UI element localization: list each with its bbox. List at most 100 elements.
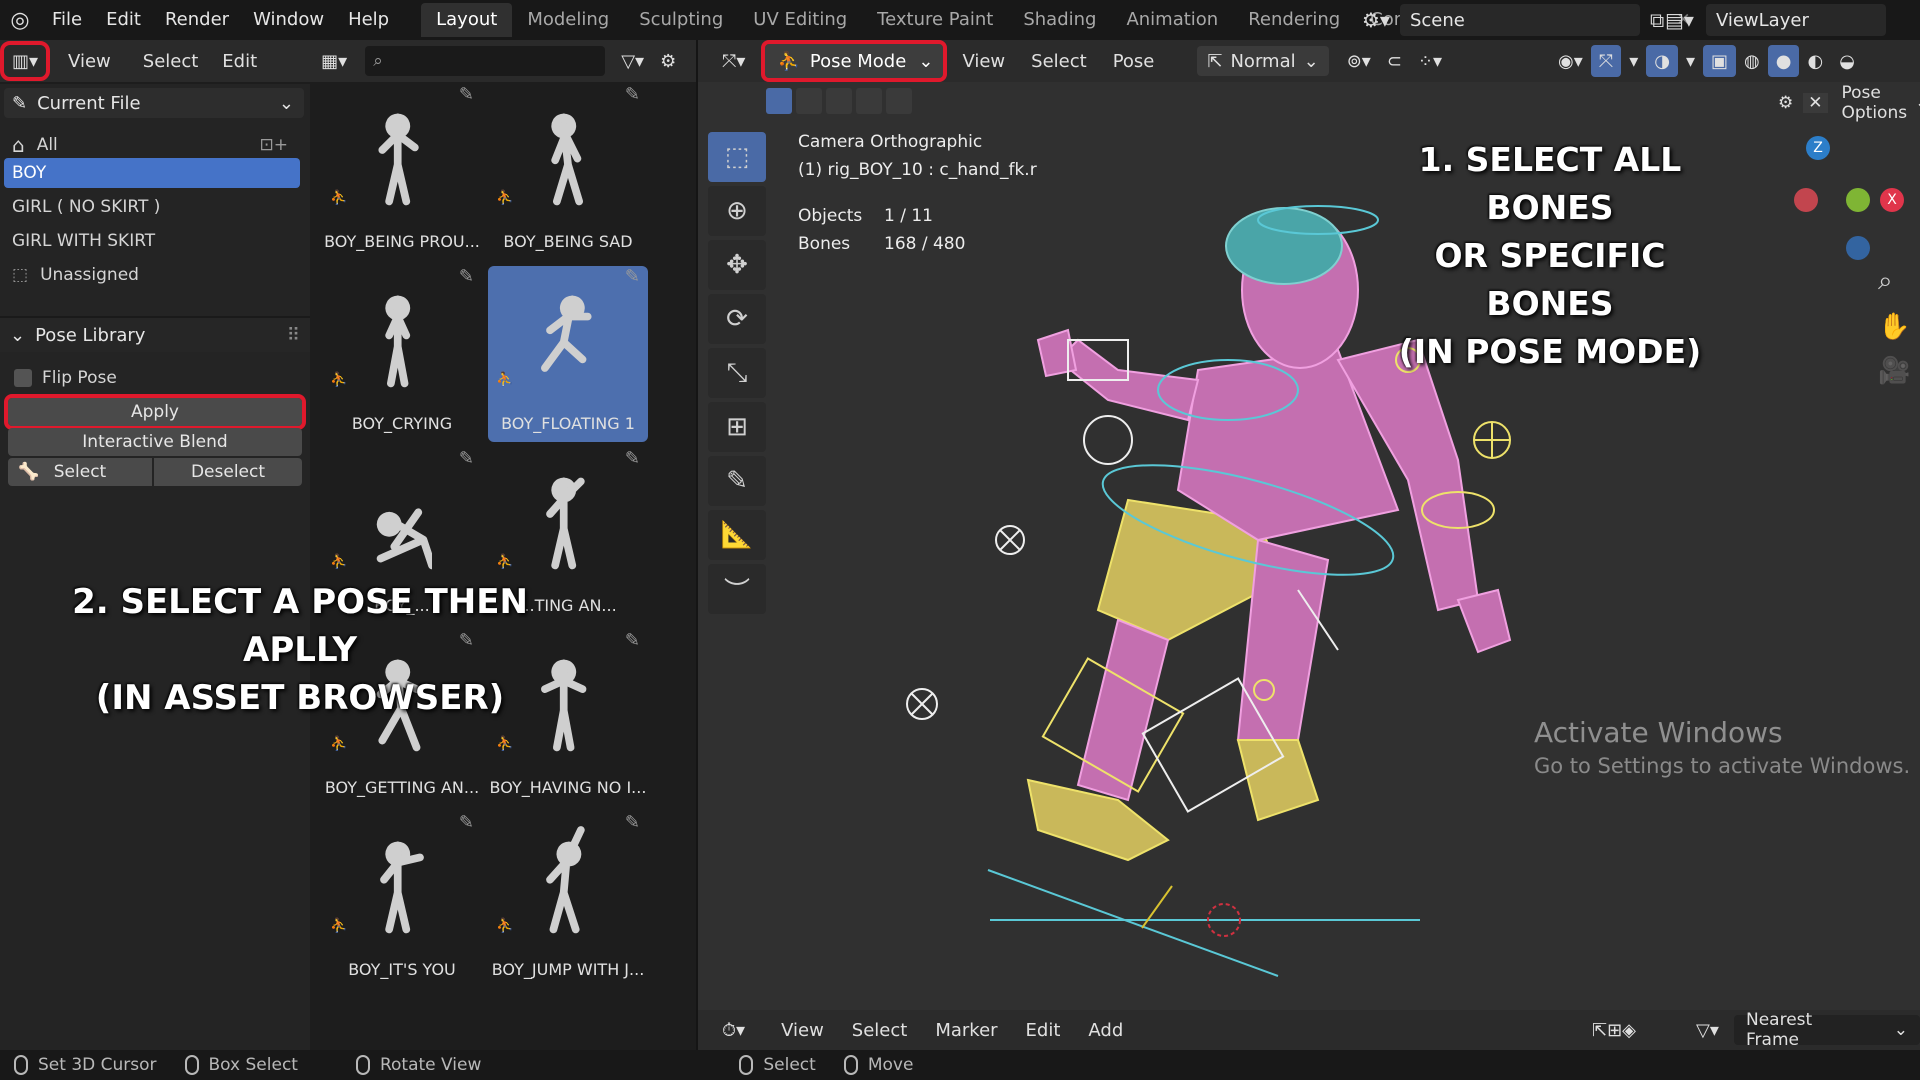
view-layer-field[interactable]: ViewLayer [1705,4,1886,36]
copy-scene-icon[interactable]: ⧉ [1650,8,1664,32]
menu-render[interactable]: Render [153,0,241,40]
checkbox-box[interactable] [14,369,32,387]
interactive-blend-button[interactable]: Interactive Blend [8,428,302,456]
workspace-tabs: Layout Modeling Sculpting UV Editing Tex… [421,0,1449,40]
status-label: Set 3D Cursor [38,1055,157,1075]
gizmo-y-axis[interactable] [1846,188,1870,212]
filter-icon[interactable]: ▽▾ [613,45,652,77]
status-rotate-view: Rotate View [342,1055,495,1075]
editor-type-button[interactable]: ▥▾ [0,41,51,81]
display-mode-icon[interactable]: ▦▾ [313,45,355,77]
category-boy[interactable]: BOY [4,158,300,188]
status-label: Box Select [208,1055,298,1075]
tab-modeling[interactable]: Modeling [512,3,624,37]
new-catalog-icon[interactable]: ⊡+ [260,135,289,155]
camera-view-icon[interactable]: 🎥 [1878,356,1910,386]
asset-tile[interactable]: ✎ ⛹ BOY_BEING SAD [488,84,648,260]
edit-asset-icon[interactable]: ✎ [459,84,474,105]
menu-edit[interactable]: Edit [94,0,153,40]
tl-menu-marker[interactable]: Marker [921,1020,1011,1041]
deselect-bones-button[interactable]: Deselect [154,458,302,486]
tl-menu-add[interactable]: Add [1074,1020,1137,1041]
tab-rendering[interactable]: Rendering [1233,3,1355,37]
gizmo-neg-x-axis[interactable] [1794,188,1818,212]
annotation-line: OR SPECIFIC BONES [1434,236,1666,323]
category-unassigned[interactable]: ⬚ Unassigned [4,260,300,290]
menu-window[interactable]: Window [241,0,336,40]
tl-menu-view[interactable]: View [767,1020,838,1041]
home-icon: ⌂ [12,133,25,157]
category-label: Unassigned [40,265,139,285]
edit-asset-icon[interactable]: ✎ [625,812,640,833]
snap-mode-label: Nearest Frame [1746,1010,1813,1050]
blender-logo-icon[interactable]: ◎ [0,0,40,40]
edit-asset-icon[interactable]: ✎ [625,448,640,469]
tab-texture-paint[interactable]: Texture Paint [862,3,1008,37]
3d-viewport[interactable]: ⤧▾ ⛹ Pose Mode ⌄ View Select Pose ⇱ Norm… [698,40,1920,1010]
gizmo-neg-z-axis[interactable] [1846,236,1870,260]
category-all[interactable]: ⌂ All ⊡+ [4,130,300,160]
asset-grid: ✎ ⛹ BOY_BEING PROU... ✎ ⛹ BOY_BEING SAD ✎ ⛹ BOY_… [318,84,690,1050]
scene-selector[interactable]: ⚙▾ Scene ⧉ ✕ [1362,4,1702,36]
asset-browser-header: ▥▾ View Select Edit ▦▾ ⌕ ▽▾ ⚙ [0,40,698,82]
edit-asset-icon[interactable]: ✎ [625,630,640,651]
tab-shading[interactable]: Shading [1008,3,1111,37]
gizmo-x-axis[interactable]: X [1880,188,1904,212]
drag-handle-icon[interactable]: ⠿ [287,325,300,346]
asset-tile[interactable]: ✎ ⛹ BOY_IT'S YOU [322,812,482,988]
asset-tile[interactable]: ✎ ⛹ BOY_JUMP WITH J... [488,812,648,988]
status-select: Select [725,1055,829,1075]
menu-view[interactable]: View [60,45,119,77]
character-rig[interactable] [698,40,1920,1010]
activation-watermark-subtitle: Go to Settings to activate Windows. [1534,754,1911,778]
menu-select[interactable]: Select [135,45,207,77]
search-input[interactable]: ⌕ [365,46,606,76]
apply-pose-button[interactable]: Apply [4,394,306,430]
zoom-icon[interactable]: ⌕ [1878,266,1893,297]
scene-name-field[interactable]: Scene [1399,4,1640,36]
bone-icon: 🦴 [18,462,40,482]
library-selector[interactable]: ✎ Current File ⌄ [4,88,304,118]
gizmo-z-label: Z [1813,140,1823,156]
edit-asset-icon[interactable]: ✎ [625,84,640,105]
view-layer-selector[interactable]: ▤▾ ViewLayer [1665,4,1920,36]
asset-label: BOY_IT'S YOU [348,960,456,979]
category-girl-no-skirt[interactable]: GIRL ( NO SKIRT ) [4,192,300,222]
pose-asset-icon: ⛹ [330,736,348,752]
timeline-filter-icon[interactable]: ▽▾ [1688,1014,1727,1046]
status-label: Select [763,1055,816,1075]
tab-animation[interactable]: Animation [1111,3,1233,37]
edit-asset-icon[interactable]: ✎ [625,266,640,287]
gizmo-z-axis[interactable]: Z [1806,136,1830,160]
tab-layout[interactable]: Layout [421,3,513,37]
edit-asset-icon[interactable]: ✎ [459,812,474,833]
edit-asset-icon[interactable]: ✎ [459,448,474,469]
asset-browser-icon: ▥▾ [12,50,39,72]
pose-thumbnail [380,841,424,934]
menu-help[interactable]: Help [336,0,401,40]
menu-edit[interactable]: Edit [214,45,265,77]
snap-mode-dropdown[interactable]: Nearest Frame ⌄ [1734,1010,1920,1050]
flip-pose-checkbox[interactable]: Flip Pose [14,368,117,388]
asset-tile[interactable]: ✎ ⛹ BOY_BEING PROU... [322,84,482,260]
asset-tile[interactable]: ✎ ⛹ BOY_FLOATING 1 [488,266,648,442]
gizmo-x-label: X [1887,192,1897,208]
mouse-middle-icon [355,1055,370,1075]
tl-menu-select[interactable]: Select [838,1020,922,1041]
edit-asset-icon[interactable]: ✎ [459,266,474,287]
only-selected-icon[interactable]: ⇱⊞◈ [1584,1014,1644,1046]
panel-title: Pose Library [35,324,146,346]
category-girl-with-skirt[interactable]: GIRL WITH SKIRT [4,226,300,256]
tab-sculpting[interactable]: Sculpting [624,3,738,37]
tl-menu-edit[interactable]: Edit [1012,1020,1075,1041]
tab-uv-editing[interactable]: UV Editing [738,3,862,37]
menu-file[interactable]: File [40,0,94,40]
timeline-editor-type-icon[interactable]: ⏱▾ [714,1014,753,1046]
pose-library-panel-header[interactable]: ⌄ Pose Library ⠿ [0,316,310,352]
library-name: Current File [37,92,141,114]
asset-tile[interactable]: ✎ ⛹ BOY_CRYING [322,266,482,442]
select-bones-button[interactable]: 🦴 Select [8,458,152,486]
settings-gear-icon[interactable]: ⚙ [652,45,684,77]
pan-hand-icon[interactable]: ✋ [1878,312,1910,342]
asset-label: BOY_FLOATING 1 [501,414,635,433]
